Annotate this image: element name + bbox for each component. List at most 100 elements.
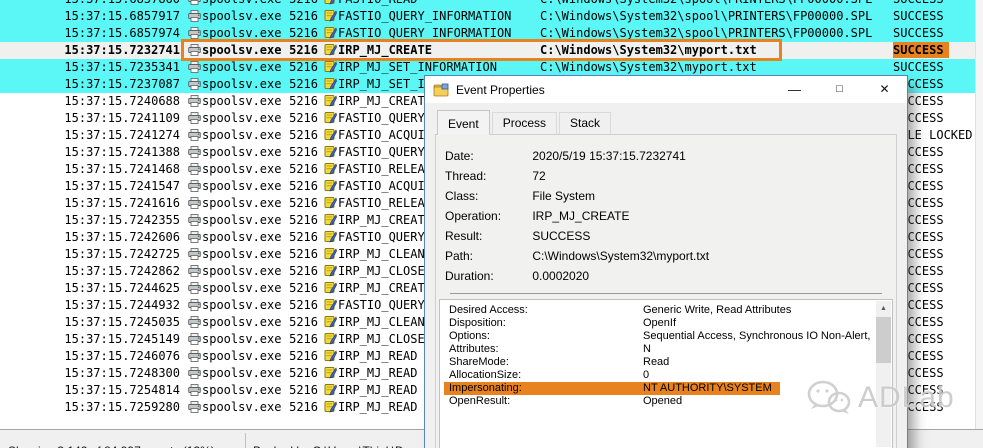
event-time: 15:37:15.7240688 [0,93,180,110]
event-pid: 5216 [284,280,318,297]
filesystem-op-icon [322,76,338,93]
event-operation: FASTIO_READ [338,0,538,8]
printer-icon [186,382,202,399]
field-value: File System [532,189,595,203]
filesystem-op-icon [322,212,338,229]
event-time: 15:37:15.7242862 [0,263,180,280]
event-row[interactable]: 15:37:15.7232741 spoolsv.exe 5216 IRP_MJ… [0,42,983,59]
filesystem-op-icon [322,314,338,331]
event-pid: 5216 [284,229,318,246]
event-pid: 5216 [284,365,318,382]
printer-icon [186,42,202,59]
detail-row: AllocationSize: 0 [440,369,892,382]
event-path: C:\Windows\System32\spool\PRINTERS\FP000… [540,0,890,8]
field-label: Operation: [445,206,529,226]
tab-event[interactable]: Event [437,110,490,135]
detail-row: Desired Access: Generic Write, Read Attr… [440,304,892,317]
field-value: 2020/5/19 15:37:15.7232741 [532,149,685,163]
printer-icon [186,212,202,229]
minimize-icon[interactable]: — [772,76,817,103]
detail-row: OpenResult: Opened [440,395,892,408]
tab-process[interactable]: Process [492,112,557,134]
event-time: 15:37:15.7254814 [0,382,180,399]
event-time: 15:37:15.7235341 [0,59,180,76]
event-field: Duration: 0.0002020 [436,266,896,286]
filesystem-op-icon [322,127,338,144]
event-field: Result: SUCCESS [436,226,896,246]
printer-icon [186,76,202,93]
dialog-title: Event Properties [456,83,545,97]
event-fields: Date: 2020/5/19 15:37:15.7232741 Thread:… [436,135,896,286]
event-path: C:\Windows\System32\spool\PRINTERS\FP000… [540,25,890,42]
tab-stack[interactable]: Stack [559,112,611,134]
event-field: Date: 2020/5/19 15:37:15.7232741 [436,146,896,166]
event-row[interactable]: 15:37:15.6857974 spoolsv.exe 5216 FASTIO… [0,25,983,42]
dialog-tabs: EventProcessStack [437,110,613,134]
filesystem-op-icon [322,93,338,110]
filesystem-op-icon [322,0,338,8]
field-label: Date: [445,146,529,166]
printer-icon [186,331,202,348]
dialog-titlebar[interactable]: Event Properties — □ ✕ [425,76,907,103]
printer-icon [186,348,202,365]
event-time: 15:37:15.7237087 [0,76,180,93]
maximize-icon[interactable]: □ [817,76,862,103]
printer-icon [186,365,202,382]
printer-icon [186,144,202,161]
filesystem-op-icon [322,382,338,399]
scroll-up-icon[interactable]: ▲ [876,301,891,316]
printer-icon [186,127,202,144]
detail-row: Options: Sequential Access, Synchronous … [440,330,892,343]
filesystem-op-icon [322,348,338,365]
field-value: IRP_MJ_CREATE [532,209,629,223]
event-pid: 5216 [284,263,318,280]
field-label: Result: [445,226,529,246]
event-time: 15:37:15.6857974 [0,25,180,42]
detail-label: Disposition: [449,317,506,330]
event-field: Operation: IRP_MJ_CREATE [436,206,896,226]
filesystem-op-icon [322,59,338,76]
event-result: SUCCESS [893,25,983,42]
detail-label: AllocationSize: [449,369,521,382]
event-result: SUCCESS [893,42,983,59]
event-properties-icon [433,83,449,97]
event-operation: FASTIO_QUERY_INFORMATION [338,25,538,42]
detail-value: Generic Write, Read Attributes [643,304,791,317]
event-process: spoolsv.exe [202,331,284,348]
filesystem-op-icon [322,144,338,161]
status-divider [245,433,246,448]
event-process: spoolsv.exe [202,42,284,59]
printer-icon [186,178,202,195]
filesystem-op-icon [322,25,338,42]
field-value: C:\Windows\System32\myport.txt [532,249,709,263]
field-value: 0.0002020 [532,269,589,283]
event-row[interactable]: 15:37:15.6857860 spoolsv.exe 5216 FASTIO… [0,0,983,8]
event-row[interactable]: 15:37:15.7235341 spoolsv.exe 5216 IRP_MJ… [0,59,983,76]
event-time: 15:37:15.7245149 [0,331,180,348]
event-field: Class: File System [436,186,896,206]
event-time: 15:37:15.7242355 [0,212,180,229]
event-list-scrollbar[interactable] [975,0,983,430]
event-pid: 5216 [284,331,318,348]
field-value: 72 [532,169,545,183]
event-pid: 5216 [284,42,318,59]
detail-scrollbar[interactable]: ▲ [876,301,891,447]
event-time: 15:37:15.7241274 [0,127,180,144]
scroll-thumb[interactable] [876,317,891,363]
detail-value: Sequential Access, Synchronous IO Non-Al… [643,330,870,343]
event-pid: 5216 [284,144,318,161]
close-icon[interactable]: ✕ [862,76,907,103]
filesystem-op-icon [322,110,338,127]
event-process: spoolsv.exe [202,229,284,246]
printer-icon [186,0,202,8]
event-time: 15:37:15.7259280 [0,399,180,416]
event-pid: 5216 [284,212,318,229]
event-pid: 5216 [284,110,318,127]
event-time: 15:37:15.7242725 [0,246,180,263]
filesystem-op-icon [322,8,338,25]
filesystem-op-icon [322,161,338,178]
event-row[interactable]: 15:37:15.6857917 spoolsv.exe 5216 FASTIO… [0,8,983,25]
detail-value: OpenIf [643,317,676,330]
filesystem-op-icon [322,297,338,314]
detail-row: Impersonating: NT AUTHORITY\SYSTEM [440,382,892,395]
